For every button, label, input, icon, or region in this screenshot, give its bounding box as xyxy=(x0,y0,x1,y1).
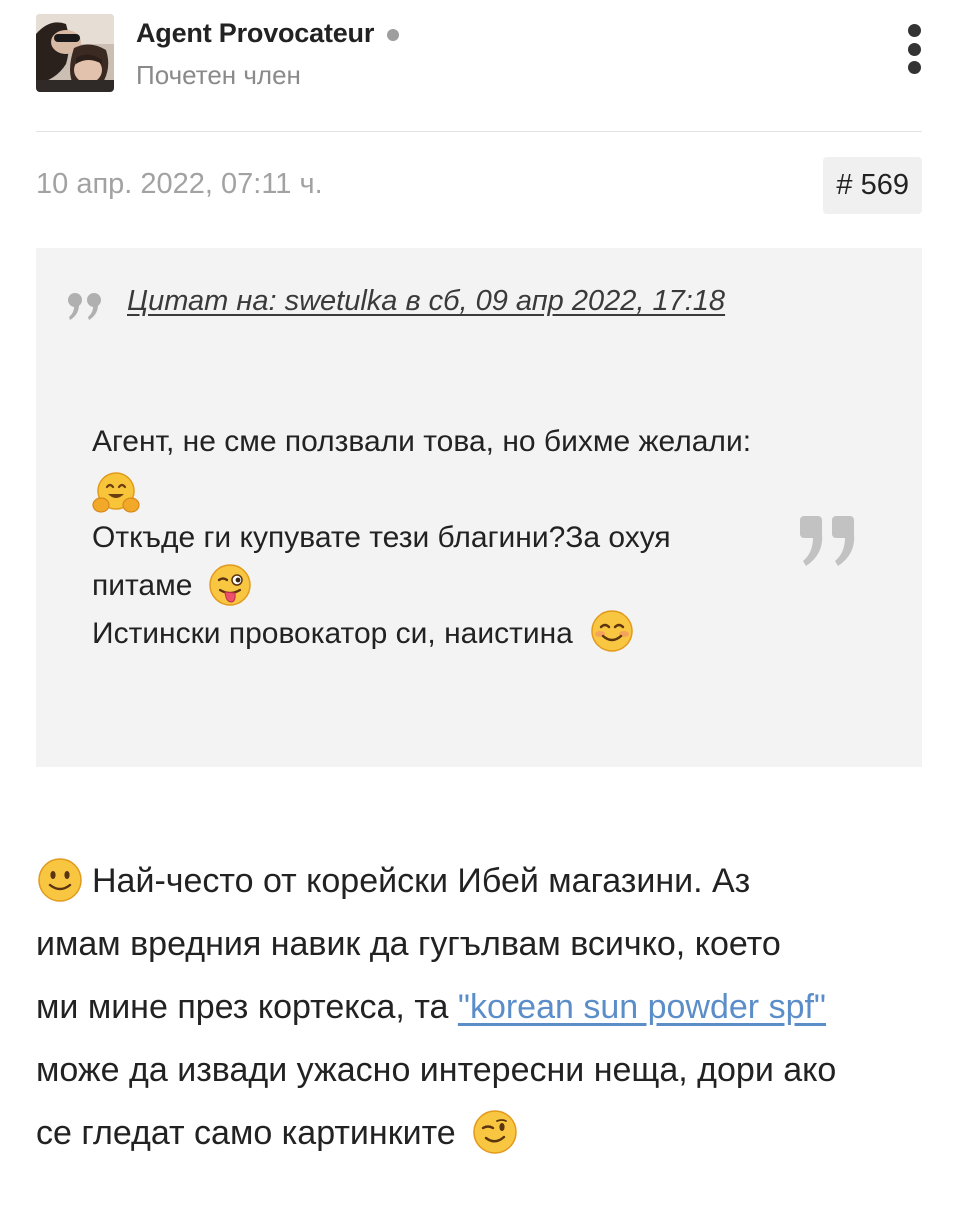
quote-line-with-emoji: питаме xyxy=(92,562,812,610)
status-dot xyxy=(387,28,400,41)
hugging-face-emoji xyxy=(92,472,140,513)
quote-close-icon xyxy=(800,516,855,566)
search-link[interactable]: "korean sun powder spf" xyxy=(458,988,826,1026)
post-line: Най-често от корейски Ибей магазини. Аз xyxy=(36,850,936,913)
smiling-blush-emoji xyxy=(591,610,633,652)
quote-text: Агент, не сме ползвали това, но бихме же… xyxy=(92,418,812,658)
username[interactable]: Agent Provocateur xyxy=(136,18,374,49)
post-date: 10 апр. 2022, 07:11 ч. xyxy=(36,168,323,200)
avatar[interactable] xyxy=(36,14,114,92)
quote-source-link[interactable]: Цитат на: swetulka в сб, 09 апр 2022, 17… xyxy=(127,285,725,318)
quote-line: Истински провокатор си, наистина xyxy=(92,617,573,651)
quote-line: Откъде ги купувате тези благини?За охуя xyxy=(92,521,671,554)
header-divider xyxy=(36,131,922,132)
quote-line: питаме xyxy=(92,569,193,602)
kebab-dot-icon xyxy=(907,42,921,56)
post-text: се гледат само картинките xyxy=(36,1114,456,1152)
quote-line-with-emoji: Истински провокатор си, наистина xyxy=(92,610,812,658)
post-text: Най-често от корейски Ибей магазини. Аз xyxy=(92,862,751,900)
post-text: може да извади ужасно интересни неща, до… xyxy=(36,1051,837,1089)
post-line: ми мине през кортекса, та "korean sun po… xyxy=(36,976,936,1039)
winking-tongue-emoji xyxy=(209,564,251,606)
post-text: имам вредния навик да гугълвам всичко, к… xyxy=(36,925,781,963)
post-line: се гледат само картинките xyxy=(36,1102,936,1165)
quote-block: Цитат на: swetulka в сб, 09 апр 2022, 17… xyxy=(36,248,922,767)
avatar-photo xyxy=(36,14,114,92)
post-number-badge[interactable]: # 569 xyxy=(823,157,922,214)
post-body: Най-често от корейски Ибей магазини. Аз … xyxy=(36,850,936,1165)
slight-smile-emoji xyxy=(38,858,82,902)
post-text: ми мине през кортекса, та xyxy=(36,988,458,1026)
wink-emoji xyxy=(473,1110,517,1154)
kebab-dot-icon xyxy=(907,61,921,74)
more-options-button[interactable] xyxy=(900,24,928,74)
username-row: Agent Provocateur xyxy=(136,18,400,49)
quote-line: Агент, не сме ползвали това, но бихме же… xyxy=(92,425,752,458)
quote-emoji-line xyxy=(92,466,812,514)
user-role: Почетен член xyxy=(136,60,301,90)
kebab-dot-icon xyxy=(907,24,921,37)
post-header: Agent Provocateur Почетен член xyxy=(36,14,922,94)
quote-open-icon xyxy=(68,293,101,320)
